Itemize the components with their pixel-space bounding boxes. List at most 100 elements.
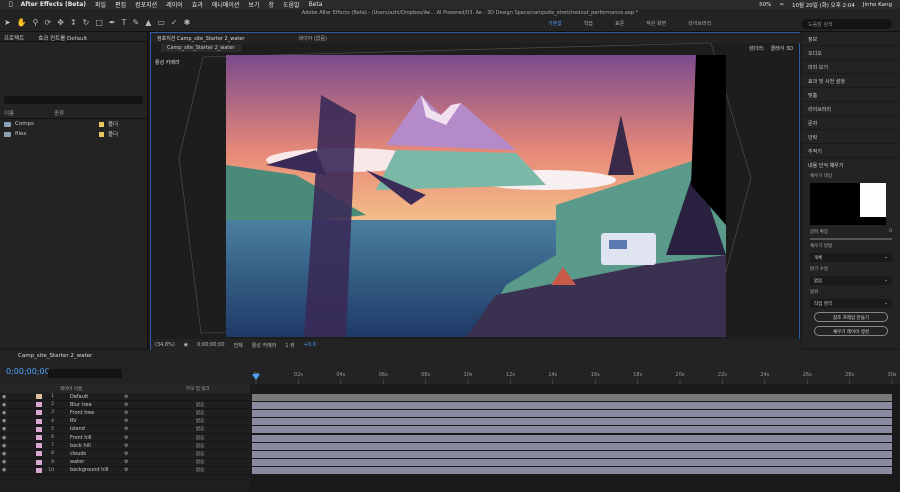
workspace-default[interactable]: 기본값 [548, 20, 562, 27]
label-color-swatch[interactable] [36, 435, 42, 441]
alpha-expansion-value[interactable]: 0 [889, 229, 892, 235]
col-name-header[interactable]: 이름 [4, 109, 14, 117]
layer-name[interactable]: Front tree [70, 410, 94, 416]
label-color-swatch[interactable] [36, 443, 42, 449]
magnification-value[interactable]: (34.8%) [155, 342, 175, 348]
layer-track-bar[interactable] [252, 410, 892, 417]
pan-camera-icon[interactable]: ✥ [57, 18, 64, 27]
exposure-value[interactable]: +0.0 [304, 342, 316, 348]
layer-name[interactable]: background hill [70, 467, 109, 473]
parent-dropdown[interactable]: 없음 [196, 402, 204, 408]
shy-switch-icon[interactable]: ⚙ [124, 459, 128, 465]
project-tab[interactable]: 프로젝트 [4, 34, 24, 42]
parent-dropdown[interactable]: 없음 [196, 459, 204, 465]
menu-animation[interactable]: 애니메이션 [212, 0, 240, 9]
layer-track-bar[interactable] [252, 442, 892, 450]
parent-dropdown[interactable]: 없음 [196, 426, 204, 432]
lighting-dropdown[interactable]: 없음 ⌄ [810, 276, 892, 285]
panel-character[interactable]: 문자 [802, 116, 900, 130]
menu-effect[interactable]: 효과 [192, 0, 203, 9]
layer-track-bar[interactable] [252, 459, 892, 467]
parent-dropdown[interactable]: 없음 [196, 467, 204, 473]
menu-window[interactable]: 창 [268, 0, 274, 9]
layer-track-bar[interactable] [252, 451, 892, 458]
parent-dropdown[interactable]: 없음 [196, 451, 204, 457]
layer-row[interactable]: ◉ 5 island ⚙ 없음 [0, 426, 250, 434]
menu-file[interactable]: 파일 [95, 0, 106, 9]
layer-search-input[interactable] [48, 369, 122, 378]
layer-name[interactable]: island [70, 426, 85, 432]
panel-tracker[interactable]: 추적기 [802, 144, 900, 158]
clock-text[interactable]: 10월 20일 (화) 오후 2:04 [792, 1, 855, 9]
layer-name[interactable]: Blur tree [70, 402, 92, 408]
panel-preview[interactable]: 미리 보기 [802, 60, 900, 74]
parent-dropdown[interactable]: 없음 [196, 443, 204, 449]
layer-name[interactable]: clouds [70, 451, 86, 457]
panel-audio[interactable]: 오디오 [802, 46, 900, 60]
menu-help[interactable]: 도움말 [283, 0, 300, 9]
user-name[interactable]: Jinho Kang [863, 2, 892, 8]
selection-tool-icon[interactable]: ➤ [4, 18, 11, 27]
roto-brush-icon[interactable]: ✓ [171, 18, 178, 27]
comp-viewer[interactable] [226, 55, 726, 337]
project-item[interactable]: files 폴더 [0, 129, 147, 139]
workspace-small-screen[interactable]: 작은 화면 [646, 20, 666, 27]
clone-stamp-icon[interactable]: ▲ [145, 18, 151, 27]
label-color-swatch[interactable] [36, 394, 42, 400]
shy-switch-icon[interactable]: ⚙ [124, 426, 128, 432]
shy-switch-icon[interactable]: ⚙ [124, 451, 128, 457]
camera-icon[interactable]: ◉ [184, 342, 188, 348]
time-ruler[interactable]: 0f02s04s06s08s10s12s14s16s18s20s22s24s26… [250, 364, 900, 384]
visibility-eye-icon[interactable]: ◉ [2, 410, 6, 416]
fill-method-dropdown[interactable]: 개체 ⌄ [810, 253, 892, 262]
parent-dropdown[interactable]: 없음 [196, 410, 204, 416]
menu-layer[interactable]: 레이어 [166, 0, 183, 9]
dolly-camera-icon[interactable]: ↕ [70, 18, 77, 27]
wifi-icon[interactable]: ≈ [779, 2, 784, 8]
shy-switch-icon[interactable]: ⚙ [124, 443, 128, 449]
layer-name[interactable]: Front hill [70, 435, 92, 441]
layer-name[interactable]: back hill [70, 443, 91, 449]
layer-name[interactable]: Default [70, 394, 88, 400]
layer-name[interactable]: RV [70, 418, 77, 424]
rotate-tool-icon[interactable]: ↻ [83, 18, 90, 27]
workspace-learn[interactable]: 학습 [584, 20, 593, 27]
col-parent[interactable]: 부모 및 링크 [186, 386, 210, 392]
label-color-swatch[interactable] [36, 418, 42, 424]
help-search-input[interactable]: 도움말 검색 [802, 19, 892, 29]
label-color-swatch[interactable] [36, 410, 42, 416]
effect-controls-tab[interactable]: 효과 컨트롤 Default [38, 34, 87, 42]
visibility-eye-icon[interactable]: ◉ [2, 443, 6, 449]
workspace-standard[interactable]: 표준 [615, 20, 624, 27]
layer-track-bar[interactable] [252, 434, 892, 442]
layer-track-bar[interactable] [252, 418, 892, 426]
layer-row[interactable]: ◉ 6 Front hill ⚙ 없음 [0, 434, 250, 443]
menu-composition[interactable]: 컴포지션 [135, 0, 157, 9]
layer-track-bar[interactable] [252, 467, 892, 475]
parent-dropdown[interactable]: 없음 [196, 435, 204, 441]
orbit-camera-icon[interactable]: ⟳ [45, 18, 52, 27]
visibility-eye-icon[interactable]: ◉ [2, 426, 6, 432]
parent-dropdown[interactable]: 없음 [196, 418, 204, 424]
layer-row[interactable]: ◉ 10 background hill ⚙ 없음 [0, 467, 250, 475]
layer-row[interactable]: ◉ 3 Front tree ⚙ 없음 [0, 409, 250, 418]
zoom-tool-icon[interactable]: ⚲ [33, 18, 39, 27]
shy-switch-icon[interactable]: ⚙ [124, 467, 128, 473]
layer-row[interactable]: ◉ 1 Default ⚙ [0, 393, 250, 402]
menu-edit[interactable]: 편집 [115, 0, 126, 9]
shy-switch-icon[interactable]: ⚙ [124, 402, 128, 408]
app-name[interactable]: After Effects (Beta) [21, 1, 86, 8]
panel-info[interactable]: 정보 [802, 32, 900, 46]
visibility-eye-icon[interactable]: ◉ [2, 459, 6, 465]
shy-switch-icon[interactable]: ⚙ [124, 418, 128, 424]
label-color-swatch[interactable] [36, 402, 42, 408]
range-dropdown[interactable]: 작업 영역 ⌄ [810, 299, 892, 308]
project-item[interactable]: Comps 폴더 [0, 119, 147, 129]
layer-track-bar[interactable] [252, 401, 892, 409]
shy-switch-icon[interactable]: ⚙ [124, 394, 128, 400]
col-layer-name[interactable]: 레이어 이름 [60, 386, 180, 392]
label-color-swatch[interactable] [36, 467, 42, 473]
visibility-eye-icon[interactable]: ◉ [2, 467, 6, 473]
visibility-eye-icon[interactable]: ◉ [2, 394, 6, 400]
panel-libraries[interactable]: 라이브러리 [802, 102, 900, 116]
